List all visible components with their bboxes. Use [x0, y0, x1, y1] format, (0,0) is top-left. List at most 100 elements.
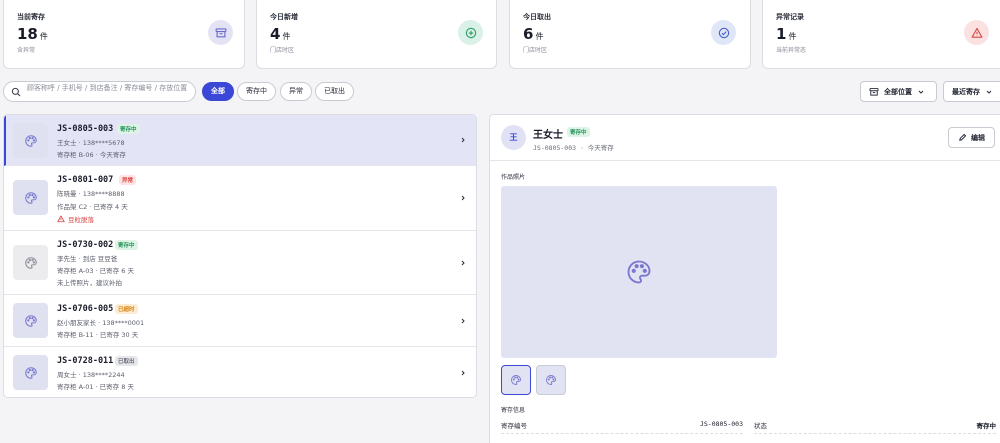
location-dropdown[interactable]: 全部位置 [860, 81, 937, 102]
location-info: 寄存柜 B-11 · 已寄存 30 天 [57, 331, 139, 339]
storage-id: JS-0805-003 [57, 124, 114, 134]
status-badge: 寄存中 [567, 127, 590, 137]
artwork-thumbnail [13, 355, 48, 390]
location-info: 寄存柜 A-01 · 已寄存 8 天 [57, 383, 134, 391]
edit-button-label: 编辑 [971, 133, 985, 142]
list-item[interactable]: JS-0730-002 寄存中 李先生 · 到店 豆豆爸 寄存柜 A-03 · … [4, 231, 476, 295]
chevron-right-icon [461, 370, 465, 376]
stat-card-out-today: 今日取出 6件 门店时区 [509, 0, 751, 69]
list-item[interactable]: JS-0805-003 寄存中 王女士 · 138****5678 寄存柜 B-… [4, 115, 476, 166]
search-icon [11, 87, 21, 97]
customer-info: 王女士 · 138****5678 [57, 139, 125, 147]
stat-label: 今日新增 [270, 13, 298, 21]
info-value-id: JS-0805-003 [699, 420, 743, 428]
chevron-right-icon [461, 260, 465, 266]
stat-value: 1件 [776, 25, 797, 43]
photo-thumbnail[interactable] [536, 365, 566, 395]
stat-card-abnormal: 异常记录 1件 当前异常态 [762, 0, 1000, 69]
storage-info-title: 寄存信息 [501, 407, 526, 414]
artwork-thumbnail [13, 303, 48, 338]
photo-note: 未上传照片，建议补拍 [57, 279, 122, 287]
search-placeholder: 顾客称呼 / 手机号 / 到店备注 / 寄存编号 / 存放位置 [27, 84, 188, 92]
stat-label: 当前寄存 [17, 13, 45, 21]
stat-card-new-today: 今日新增 4件 门店时区 [256, 0, 497, 69]
status-badge: 异常 [119, 175, 137, 185]
palette-icon [24, 314, 37, 327]
stat-sub: 门店时区 [523, 47, 548, 54]
artwork-thumbnail [13, 123, 48, 158]
chevron-right-icon [461, 318, 465, 324]
palette-icon [24, 191, 37, 204]
status-badge: 已取出 [115, 356, 138, 366]
info-divider [501, 433, 743, 434]
stat-label: 今日取出 [523, 13, 551, 21]
storage-list: JS-0805-003 寄存中 王女士 · 138****5678 寄存柜 B-… [3, 114, 477, 398]
storage-id: JS-0801-007 [57, 175, 114, 185]
list-item[interactable]: JS-0801-007 异常 陈晓曼 · 138****8888 作品架 C2 … [4, 166, 476, 231]
filter-pill-all[interactable]: 全部 [202, 82, 234, 101]
check-circle-icon [711, 20, 736, 45]
artwork-thumbnail [13, 180, 48, 215]
palette-icon [24, 366, 37, 379]
stat-sub: 门店时区 [270, 47, 295, 54]
stat-value: 4件 [270, 25, 291, 43]
palette-icon [24, 134, 37, 147]
avatar: 王 [501, 125, 526, 150]
warning-triangle-icon [57, 215, 65, 223]
search-input[interactable]: 顾客称呼 / 手机号 / 到店备注 / 寄存编号 / 存放位置 [3, 81, 196, 102]
status-badge: 已超时 [115, 304, 138, 314]
detail-panel: 王 王女士 寄存中 JS-0805-003 · 今天寄存 编辑 作品照片 寄存信… [489, 114, 1000, 443]
palette-icon [24, 256, 37, 269]
filter-pill-stored[interactable]: 寄存中 [237, 82, 276, 101]
chevron-right-icon [461, 195, 465, 201]
chevron-down-icon [918, 90, 924, 94]
filter-pill-taken[interactable]: 已取出 [315, 82, 354, 101]
storage-id: JS-0706-005 [57, 304, 114, 314]
chevron-right-icon [461, 137, 465, 143]
customer-info: 陈晓曼 · 138****8888 [57, 190, 125, 198]
location-info: 寄存柜 A-03 · 已寄存 6 天 [57, 267, 134, 275]
palette-icon [511, 375, 521, 385]
status-badge: 寄存中 [117, 124, 140, 134]
palette-icon [627, 260, 651, 284]
info-value-status: 寄存中 [976, 422, 997, 430]
info-key-id: 寄存编号 [501, 422, 527, 430]
list-item[interactable]: JS-0728-011 已取出 周女士 · 138****2244 寄存柜 A-… [4, 347, 476, 397]
plus-circle-icon [458, 20, 483, 45]
archive-box-icon [869, 87, 879, 96]
location-info: 作品架 C2 · 已寄存 4 天 [57, 203, 128, 211]
artwork-photo-main[interactable] [501, 186, 777, 358]
stat-value: 18 件 [17, 25, 48, 43]
customer-info: 李先生 · 到店 豆豆爸 [57, 255, 118, 263]
stat-sub: 含异常 [17, 47, 36, 54]
archive-box-icon [208, 20, 233, 45]
stat-card-current: 当前寄存 18 件 含异常 [3, 0, 245, 69]
customer-name: 王女士 [533, 130, 563, 141]
edit-button[interactable]: 编辑 [948, 127, 995, 148]
pencil-icon [959, 133, 967, 141]
list-item[interactable]: JS-0706-005 已超时 赵小朋友家长 · 138****0001 寄存柜… [4, 295, 476, 347]
sort-dropdown-label: 最近寄存 [952, 87, 980, 96]
stat-label: 异常记录 [776, 13, 804, 21]
info-divider [754, 433, 996, 434]
detail-subtitle: JS-0805-003 · 今天寄存 [533, 144, 614, 152]
info-key-status: 状态 [754, 422, 767, 430]
storage-id: JS-0730-002 [57, 240, 114, 250]
photo-thumbnail[interactable] [501, 365, 531, 395]
storage-id: JS-0728-011 [57, 356, 114, 366]
customer-info: 周女士 · 138****2244 [57, 371, 125, 379]
location-info: 寄存柜 B-06 · 今天寄存 [57, 151, 126, 159]
sort-dropdown[interactable]: 最近寄存 [943, 81, 1000, 102]
divider [490, 160, 1000, 161]
filter-pill-abnormal[interactable]: 异常 [280, 82, 312, 101]
stat-sub: 当前异常态 [776, 47, 807, 54]
stat-value: 6件 [523, 25, 544, 43]
customer-info: 赵小朋友家长 · 138****0001 [57, 319, 145, 327]
abnormal-note: 豆粒脱落 [57, 214, 94, 224]
location-dropdown-label: 全部位置 [884, 87, 912, 96]
warning-triangle-icon [964, 20, 989, 45]
artwork-thumbnail-empty [13, 245, 48, 280]
palette-icon [546, 375, 556, 385]
photos-label: 作品照片 [501, 174, 526, 181]
status-badge: 寄存中 [115, 240, 138, 250]
